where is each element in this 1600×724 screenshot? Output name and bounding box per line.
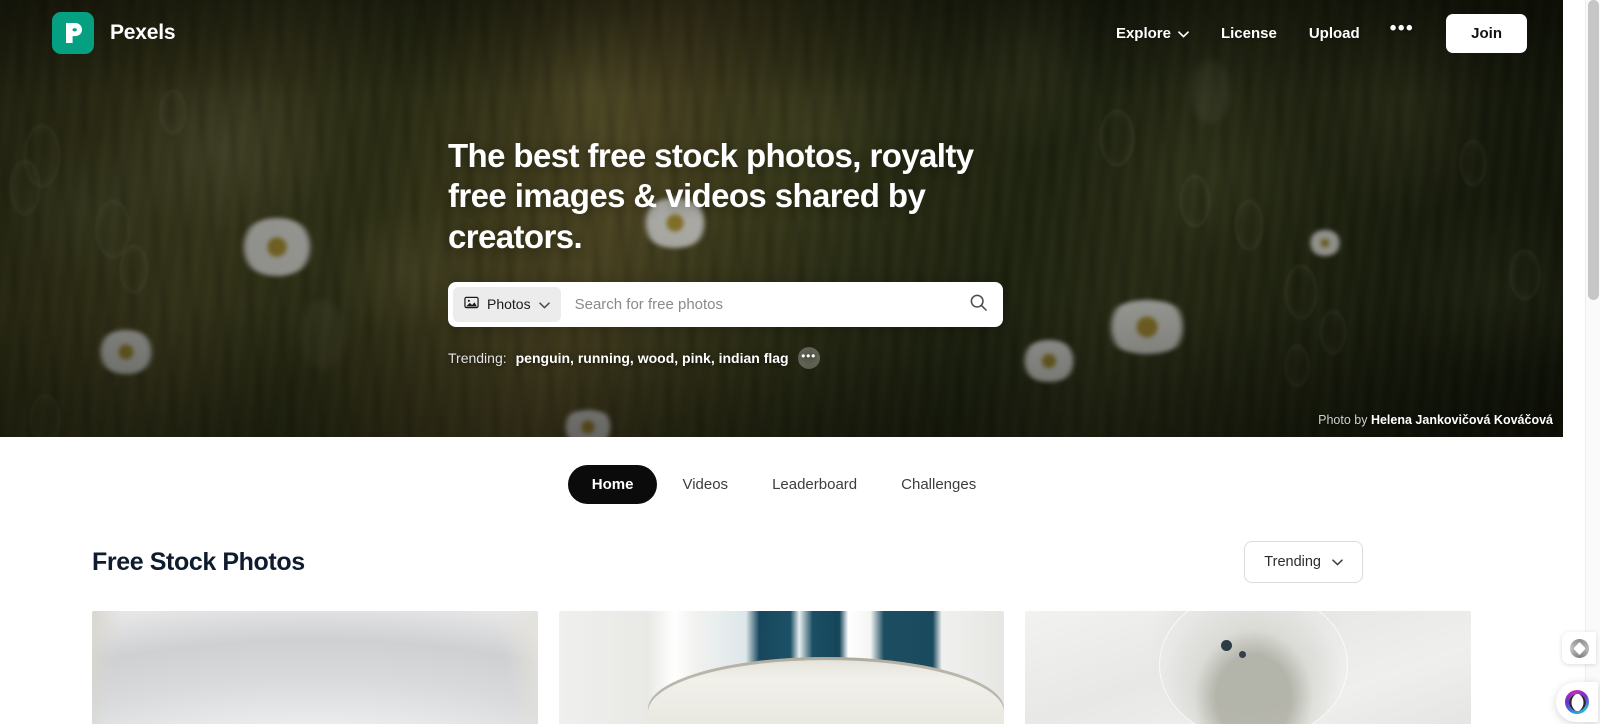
photo-card[interactable]: [92, 611, 538, 724]
ellipsis-icon[interactable]: •••: [1376, 19, 1428, 47]
section-header: Free Stock Photos Trending: [0, 504, 1563, 583]
image-icon: [464, 295, 479, 313]
chat-widget-button[interactable]: [1556, 682, 1598, 722]
trending-keywords[interactable]: penguin, running, wood, pink, indian fla…: [516, 350, 789, 366]
tab-leaderboard[interactable]: Leaderboard: [753, 465, 876, 504]
tab-videos[interactable]: Videos: [663, 465, 747, 504]
photo-credit-prefix: Photo by: [1318, 413, 1368, 427]
floating-badge-button[interactable]: [1562, 632, 1596, 664]
search-input[interactable]: [560, 295, 958, 313]
search-type-dropdown[interactable]: Photos: [453, 286, 561, 322]
trending-label: Trending:: [448, 349, 507, 366]
tab-challenges[interactable]: Challenges: [882, 465, 995, 504]
chevron-down-icon: [1178, 25, 1189, 42]
nav-link-upload-label: Upload: [1308, 24, 1360, 42]
sort-dropdown[interactable]: Trending: [1244, 541, 1363, 583]
photo-card[interactable]: [558, 611, 1005, 724]
chevron-down-icon: [538, 296, 550, 312]
page-title: The best free stock photos, royalty free…: [448, 137, 974, 255]
trending-more-ellipsis-icon[interactable]: •••: [797, 346, 820, 369]
brand-name: Pexels: [110, 21, 176, 44]
section-title: Free Stock Photos: [92, 547, 305, 576]
nav-link-license[interactable]: License: [1205, 17, 1293, 50]
photo-card[interactable]: [1025, 611, 1472, 724]
search-icon: [969, 293, 988, 315]
tab-home[interactable]: Home: [567, 465, 658, 504]
nav-link-explore-label: Explore: [1115, 24, 1171, 42]
search-submit-button[interactable]: [958, 284, 998, 324]
photo-credit-author[interactable]: Helena Jankovičová Kováčová: [1371, 413, 1553, 427]
ring-badge-icon: [1569, 638, 1589, 658]
trending-row: Trending: penguin, running, wood, pink, …: [448, 346, 820, 369]
nav-link-license-label: License: [1220, 24, 1277, 42]
scrollbar-thumb[interactable]: [1588, 0, 1599, 300]
page-scrollbar[interactable]: [1585, 0, 1600, 724]
pexels-p-logo-icon: [52, 12, 94, 54]
photo-grid: [0, 583, 1563, 724]
chat-orb-icon: [1565, 690, 1589, 714]
search-type-label: Photos: [487, 296, 531, 313]
nav-link-explore[interactable]: Explore: [1100, 17, 1205, 50]
hero-banner: Pexels Explore License Upload ••• Join T…: [0, 0, 1563, 437]
nav-link-upload[interactable]: Upload: [1293, 17, 1376, 50]
nav-links-group: Explore License Upload ••• Join: [1100, 13, 1527, 53]
top-navigation-bar: Pexels Explore License Upload ••• Join: [0, 0, 1563, 66]
photo-credit: Photo by Helena Jankovičová Kováčová: [1318, 413, 1553, 427]
chevron-down-icon: [1332, 554, 1343, 570]
sort-dropdown-label: Trending: [1264, 554, 1321, 570]
join-button[interactable]: Join: [1446, 13, 1527, 53]
brand-home-link[interactable]: Pexels: [52, 12, 176, 54]
search-bar: Photos: [448, 281, 1003, 327]
section-tabs: Home Videos Leaderboard Challenges: [0, 437, 1563, 504]
